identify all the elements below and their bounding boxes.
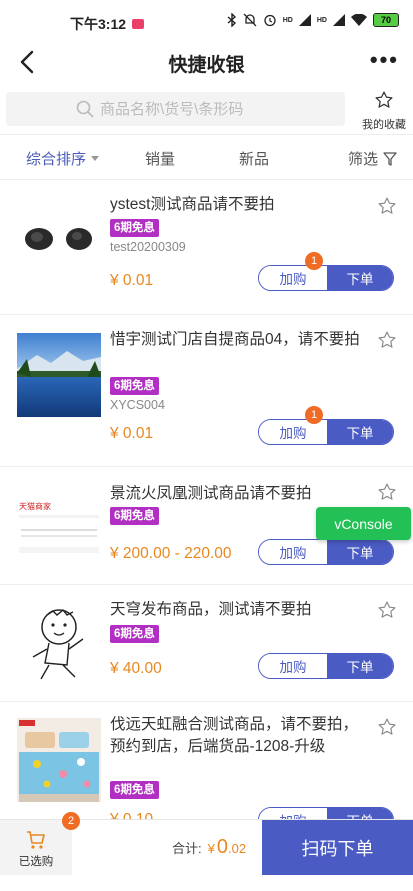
order-button[interactable]: 下单 — [327, 654, 393, 678]
add-to-cart-button[interactable]: 加购 — [259, 266, 327, 290]
product-name: 天穹发布商品，测试请不要拍 — [110, 601, 312, 618]
filter-label: 筛选 — [348, 151, 379, 168]
product-price: ¥ 200.00 - 220.00 — [110, 545, 232, 562]
sort-sales-tab[interactable]: 销量 — [145, 148, 175, 169]
cart-count-badge: 1 — [305, 252, 323, 270]
product-sku: test20200309 — [110, 240, 186, 254]
product-item[interactable]: ystest测试商品请不要拍 6期免息 test20200309 ¥ 0.01 … — [0, 181, 413, 315]
favorite-star-icon[interactable] — [377, 330, 397, 350]
installment-tag: 6期免息 — [110, 781, 159, 799]
product-item[interactable]: 惜宇测试门店自提商品04，请不要拍 6期免息 XYCS004 ¥ 0.01 加购… — [0, 315, 413, 467]
product-sku: XYCS004 — [110, 398, 165, 412]
product-image-earbuds — [17, 195, 101, 279]
favorite-star-icon[interactable] — [377, 600, 397, 620]
cart-icon — [27, 831, 45, 849]
battery-icon: 70 — [373, 13, 399, 27]
product-image-store-screenshot: 天猫商家 — [17, 481, 101, 565]
filter-button[interactable]: 筛选 — [348, 148, 397, 169]
installment-tag: 6期免息 — [110, 507, 159, 525]
wifi-icon — [351, 14, 367, 26]
scan-order-button[interactable]: 扫码下单 — [262, 820, 413, 875]
installment-tag: 6期免息 — [110, 625, 159, 643]
cart-count-badge: 2 — [62, 812, 80, 830]
sort-new-tab[interactable]: 新品 — [239, 148, 269, 169]
total-label: 合计: — [172, 841, 202, 856]
order-button[interactable]: 下单 — [327, 540, 393, 564]
mute-bell-icon — [243, 13, 257, 27]
add-to-cart-button[interactable]: 加购 — [259, 420, 327, 444]
total-integer: 0 — [216, 836, 228, 858]
status-time-group: 下午3:12 — [70, 14, 145, 34]
favorite-star-icon[interactable] — [377, 196, 397, 216]
search-icon — [76, 100, 94, 118]
alarm-icon — [264, 14, 276, 27]
add-to-cart-button[interactable]: 加购 — [259, 808, 327, 819]
product-image-logo-text: 天猫商家 — [19, 501, 51, 511]
filter-bar: 综合排序 销量 新品 筛选 — [0, 134, 413, 180]
bottom-bar: 已选购 2 合计: ¥ 0 .02 扫码下单 — [0, 812, 413, 891]
action-buttons: 加购 下单 — [258, 653, 394, 679]
favorite-star-icon[interactable] — [377, 482, 397, 502]
total-decimal: .02 — [227, 841, 247, 856]
sort-new-label: 新品 — [239, 151, 270, 168]
nav-bar: 快捷收银 ••• — [0, 40, 413, 84]
product-image-lake — [17, 333, 101, 417]
product-item[interactable]: 伐远天虹融合测试商品，请不要拍，预约到店，后端货品-1208-升级 6期免息 ¥… — [0, 702, 413, 819]
selected-cart-button[interactable]: 已选购 2 — [0, 812, 80, 875]
star-outline-icon — [375, 91, 393, 108]
action-buttons: 加购 下单 1 — [258, 406, 394, 445]
action-buttons: 加购 下单 1 — [258, 252, 394, 291]
signal-bars-icon — [298, 14, 311, 26]
product-name: 景流火凤凰测试商品请不要拍 — [110, 485, 312, 502]
order-button[interactable]: 下单 — [327, 266, 393, 290]
sort-comprehensive-tab[interactable]: 综合排序 — [26, 148, 100, 169]
cart-label: 已选购 — [18, 856, 54, 868]
search-box[interactable] — [6, 92, 345, 126]
status-bar: 下午3:12 HD HD 70 — [0, 0, 413, 40]
favorites-label: 我的收藏 — [362, 119, 406, 131]
vconsole-button[interactable]: vConsole — [316, 507, 411, 540]
order-button[interactable]: 下单 — [327, 420, 393, 444]
total-amount: 合计: ¥ 0 .02 — [172, 836, 246, 859]
product-name: ystest测试商品请不要拍 — [110, 196, 275, 213]
search-input[interactable] — [100, 100, 275, 118]
favorites-button[interactable]: 我的收藏 — [356, 90, 412, 132]
product-name: 伐远天虹融合测试商品，请不要拍，预约到店，后端货品-1208-升级 — [110, 716, 359, 755]
status-icons: HD HD 70 — [227, 13, 399, 27]
product-price: ¥ 0.10 — [110, 811, 153, 819]
add-to-cart-button[interactable]: 加购 — [259, 540, 327, 564]
more-options-icon[interactable]: ••• — [370, 49, 399, 71]
product-price: ¥ 40.00 — [110, 660, 162, 677]
product-list: ystest测试商品请不要拍 6期免息 test20200309 ¥ 0.01 … — [0, 181, 413, 819]
add-to-cart-button[interactable]: 加购 — [259, 654, 327, 678]
signal-bars-icon-2 — [333, 14, 345, 26]
chevron-down-icon — [91, 156, 100, 161]
notification-app-icon — [132, 19, 145, 29]
product-price: ¥ 0.01 — [110, 425, 154, 442]
installment-tag: 6期免息 — [110, 219, 159, 237]
action-buttons: 加购 下单 — [258, 807, 394, 819]
total-currency: ¥ — [207, 841, 215, 856]
action-buttons: 加购 下单 — [258, 539, 394, 565]
page-title: 快捷收银 — [168, 55, 245, 76]
filter-funnel-icon — [383, 151, 397, 166]
product-image-bedding — [17, 718, 101, 802]
bluetooth-icon — [227, 13, 236, 27]
product-item[interactable]: 天穹发布商品，测试请不要拍 6期免息 ¥ 40.00 加购 下单 — [0, 585, 413, 702]
product-name: 惜宇测试门店自提商品04，请不要拍 — [110, 331, 360, 348]
product-image-cartoon-boy — [17, 599, 101, 683]
favorite-star-icon[interactable] — [377, 717, 397, 737]
signal-hd-1: HD — [282, 16, 293, 24]
installment-tag: 6期免息 — [110, 377, 159, 395]
product-price: ¥ 0.01 — [110, 272, 154, 289]
sort-comprehensive-label: 综合排序 — [26, 151, 87, 168]
sort-sales-label: 销量 — [145, 151, 176, 168]
signal-hd-2: HD — [316, 16, 327, 24]
cart-count-badge: 1 — [305, 406, 323, 424]
search-row: 我的收藏 — [0, 86, 413, 132]
status-time: 下午3:12 — [70, 16, 127, 32]
order-button[interactable]: 下单 — [327, 808, 393, 819]
